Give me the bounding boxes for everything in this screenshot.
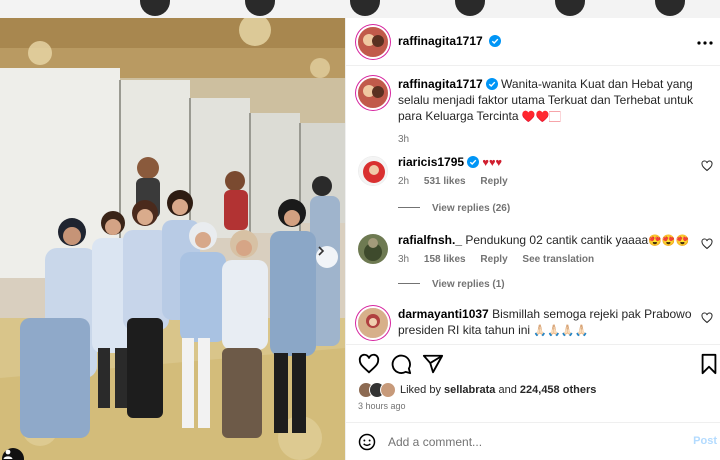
author-username[interactable]: raffinagita1717: [398, 34, 483, 48]
view-replies-label: View replies (26): [432, 203, 511, 214]
comment-username[interactable]: rafialfnsh._: [398, 233, 462, 247]
comments-list: raffinagita1717 Wanita-wanita Kuat dan H…: [346, 66, 720, 344]
comment-text: rafialfnsh._ Pendukung 02 cantik cantik …: [398, 232, 695, 249]
comment-composer: Post: [346, 422, 720, 460]
caption-author-avatar[interactable]: [358, 78, 388, 108]
view-replies-button[interactable]: View replies (1): [398, 279, 505, 290]
share-icon[interactable]: [422, 353, 444, 375]
comment-body: Pendukung 02 cantik cantik yaaaa: [465, 233, 649, 247]
comment-time: 3h: [398, 254, 410, 265]
commenter-avatar[interactable]: [358, 234, 388, 264]
post-timestamp[interactable]: 3 hours ago: [358, 401, 406, 411]
liked-by-user[interactable]: sellabrata: [444, 384, 495, 396]
liker-avatar: [380, 382, 396, 398]
stories-strip: [0, 0, 720, 18]
verified-badge-icon: [485, 78, 498, 90]
heart-icon[interactable]: [358, 353, 380, 375]
comment-icon[interactable]: [390, 353, 412, 375]
heart-icon[interactable]: [701, 160, 713, 172]
comment-likes[interactable]: 531 likes: [424, 176, 466, 187]
commenter-avatar[interactable]: [358, 156, 388, 186]
caption-text: raffinagita1717 Wanita-wanita Kuat dan H…: [398, 76, 695, 125]
comment-likes[interactable]: 158 likes: [424, 254, 466, 265]
story-avatar[interactable]: [245, 0, 275, 16]
verified-badge-icon: [467, 156, 480, 168]
bookmark-icon[interactable]: [698, 353, 720, 375]
comment-text: riaricis1795 ♥♥♥: [398, 154, 695, 171]
comment-username[interactable]: riaricis1795: [398, 155, 464, 169]
view-replies-button[interactable]: View replies (26): [398, 203, 510, 214]
story-avatar[interactable]: [140, 0, 170, 16]
more-options-icon: [697, 41, 713, 45]
liked-by-count[interactable]: 224,458 others: [520, 384, 596, 396]
group-photo-image: [0, 18, 345, 460]
emoji-icon[interactable]: [358, 433, 376, 451]
heart-icon[interactable]: [701, 238, 713, 250]
story-avatar[interactable]: [555, 0, 585, 16]
user-tag-icon: [3, 449, 13, 459]
post-comment-button[interactable]: Post: [693, 435, 717, 447]
post-header: raffinagita1717: [346, 18, 720, 66]
caption-username[interactable]: raffinagita1717: [398, 77, 483, 91]
liked-by-and: and: [498, 384, 517, 396]
post-photo[interactable]: [0, 18, 345, 460]
chevron-right-icon: [318, 246, 325, 256]
liker-avatars: [358, 382, 396, 398]
comment-username[interactable]: darmayanti1037: [398, 307, 489, 321]
post-actions-bar: [346, 344, 720, 380]
story-avatar[interactable]: [655, 0, 685, 16]
heart-icon[interactable]: [701, 312, 713, 324]
next-slide-button[interactable]: [316, 246, 338, 268]
comment-input[interactable]: [388, 432, 678, 452]
comment-text: darmayanti1037 Bismillah semoga rejeki p…: [398, 306, 695, 339]
liked-by-prefix: Liked by: [400, 384, 441, 396]
verified-badge-icon: [489, 35, 502, 47]
caption-time: 3h: [398, 134, 410, 145]
liked-by-line: Liked by sellabrata and 224,458 others: [358, 380, 596, 400]
comment-meta: 3h 158 likes Reply See translation: [398, 254, 606, 265]
commenter-avatar[interactable]: [358, 308, 388, 338]
comment-emojis: 😍😍😍: [648, 235, 690, 247]
view-replies-label: View replies (1): [432, 279, 505, 290]
comment-time: 2h: [398, 176, 410, 187]
story-avatar[interactable]: [455, 0, 485, 16]
author-avatar[interactable]: [358, 27, 388, 57]
see-translation-button[interactable]: See translation: [522, 254, 594, 265]
story-avatar[interactable]: [350, 0, 380, 16]
caption-emojis: ♥️♥️🏻: [521, 111, 561, 123]
caption-meta: 3h: [398, 134, 421, 145]
post-details-panel: raffinagita1717 raffinagita1717 Wanita-w…: [345, 18, 720, 460]
comment-meta: 2h 531 likes Reply: [398, 176, 520, 187]
comment-emojis: ♥♥♥: [482, 157, 502, 169]
author-line: raffinagita1717: [398, 34, 502, 48]
reply-button[interactable]: Reply: [480, 176, 507, 187]
more-options-button[interactable]: [697, 32, 713, 50]
reply-button[interactable]: Reply: [480, 254, 507, 265]
comment-emojis: 🙏🏻🙏🏻🙏🏻🙏🏻: [533, 325, 589, 337]
